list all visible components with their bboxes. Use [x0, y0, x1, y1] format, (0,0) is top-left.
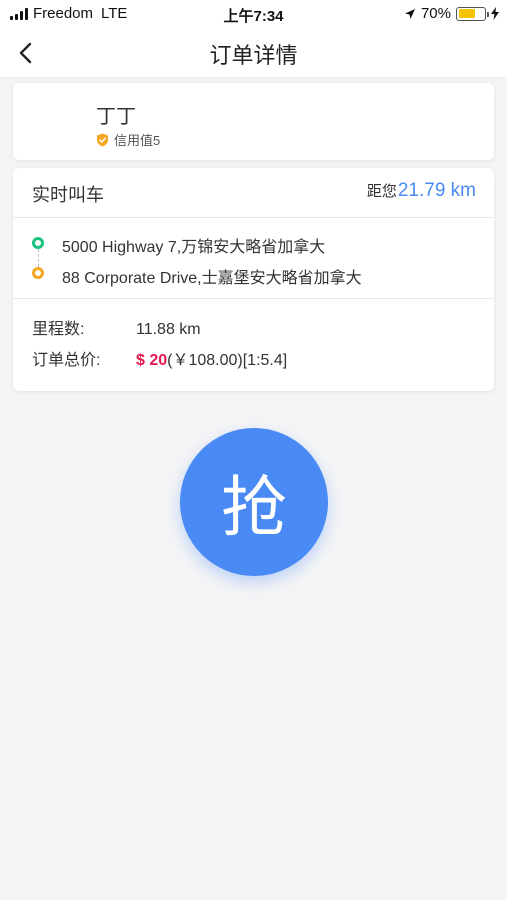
end-address: 88 Corporate Drive,士嘉堡安大略省加拿大 [62, 270, 362, 287]
grab-order-button[interactable]: 抢 [180, 428, 328, 576]
end-dot-icon [32, 267, 44, 279]
status-bar: Freedom LTE 上午7:34 70% [0, 0, 507, 28]
price-detail: (￥108.00)[1:5.4] [167, 352, 288, 369]
battery-percent: 70% [420, 5, 451, 22]
distance-prefix: 距您 [366, 183, 397, 200]
page-title: 订单详情 [209, 43, 298, 68]
shield-check-icon [97, 133, 108, 146]
status-right: 70% [404, 5, 499, 22]
distance-value: 21.79 km [397, 180, 476, 201]
mileage-value: 11.88 km [136, 321, 201, 338]
battery-icon [456, 6, 489, 21]
route-connector [37, 249, 39, 267]
price-value: $ 20 [136, 352, 168, 369]
distance: 距您 21.79 km [367, 180, 476, 202]
route: 5000 Highway 7,万锦安大略省加拿大 88 Corporate Dr… [13, 218, 494, 299]
battery-level [458, 9, 476, 18]
user-card: 丁丁 信用值5 [13, 83, 494, 160]
user-name: 丁丁 [96, 106, 136, 128]
credit-text: 信用值5 [114, 133, 161, 148]
order-card: 实时叫车 距您 21.79 km 5000 Highway 7,万锦安大略省加拿… [13, 168, 494, 391]
price-row: 订单总价: $ 20(￥108.00)[1:5.4] [32, 346, 287, 370]
order-header: 实时叫车 距您 21.79 km [13, 168, 494, 218]
mileage-row: 里程数: 11.88 km [32, 315, 201, 339]
credit-badge: 信用值5 [96, 130, 160, 149]
order-type: 实时叫车 [32, 185, 104, 205]
start-dot-icon [32, 237, 44, 249]
charging-bolt-icon [491, 7, 499, 20]
mileage-label: 里程数: [32, 321, 85, 338]
nav-bar: 订单详情 [0, 28, 507, 78]
location-arrow-icon [404, 8, 415, 19]
price-label: 订单总价: [32, 352, 101, 369]
start-address: 5000 Highway 7,万锦安大略省加拿大 [62, 239, 326, 256]
